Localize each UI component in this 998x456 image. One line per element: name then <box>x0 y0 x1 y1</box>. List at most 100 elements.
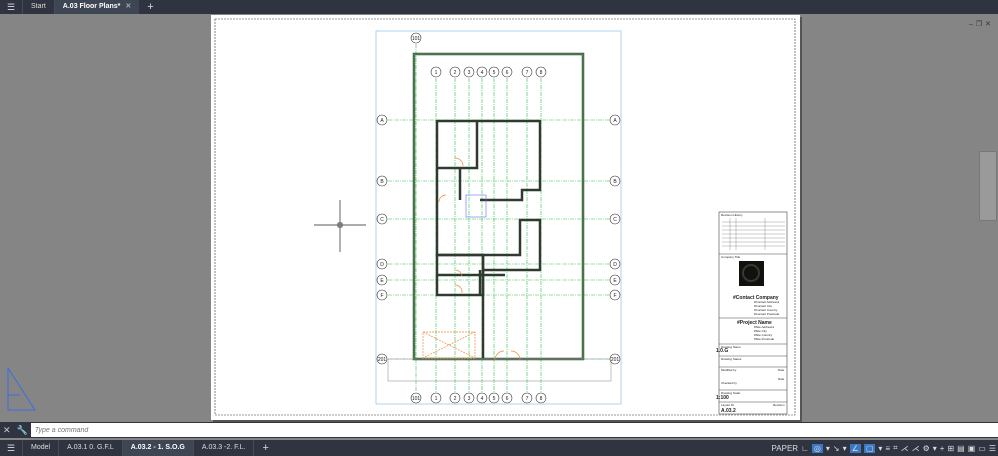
grid-bubble-label: C <box>613 217 617 223</box>
drawing-scale: 1:100 <box>716 395 729 401</box>
grid-bubble-label: 1 <box>435 70 438 76</box>
grid-icon[interactable]: ∟ <box>801 444 809 453</box>
drawing-canvas[interactable]: 1122334455667788A AB BC CD DE EF F101101201 201… <box>0 0 998 422</box>
paper-space-toggle[interactable]: PAPER <box>772 444 799 453</box>
drawing-status-label: Drawing Status <box>721 357 742 361</box>
ucs-icon <box>7 367 36 411</box>
grid-bubble-column: 8 <box>535 66 547 78</box>
grid-bubble-label: D <box>613 262 617 268</box>
units-icon[interactable]: ⊞ <box>947 444 954 453</box>
revision-label: Revision <box>773 403 785 407</box>
grid-bubble-label: 5 <box>493 70 496 76</box>
checked-by-label: Checked by <box>721 381 737 385</box>
grid-bubble-column: 6 <box>501 392 513 404</box>
grid-bubble-label: 8 <box>540 70 543 76</box>
grid-bubble-label: 101 <box>412 36 421 42</box>
grid-bubble-label: 1 <box>435 396 438 402</box>
isolate-objects-icon[interactable]: ▣ <box>968 444 976 453</box>
annotation-monitor-icon[interactable]: + <box>940 444 945 453</box>
grid-bubble-label: 3 <box>468 70 471 76</box>
grid-bubble-column: 4 <box>476 66 488 78</box>
grid-bubble-label: 6 <box>506 70 509 76</box>
modified-by-label: Modified by <box>721 368 737 372</box>
grid-bubble-label: 4 <box>481 396 484 402</box>
grid-bubble-label: D <box>380 262 384 268</box>
new-layout-button[interactable]: + <box>253 440 276 456</box>
grid-bubble-column: 2 <box>449 66 461 78</box>
grid-bubble-column: 6 <box>501 66 513 78</box>
company-title-label: Company Title <box>721 255 741 259</box>
ortho-icon[interactable]: ↘ <box>833 444 840 453</box>
grid-bubble-column: 3 <box>463 392 475 404</box>
dropdown-icon[interactable]: ▾ <box>933 444 937 453</box>
grid-bubble-row: C <box>609 213 621 225</box>
grid-bubble-label: 4 <box>481 70 484 76</box>
annotation-visibility-icon[interactable]: ⋌ <box>901 444 909 453</box>
grid-bubble-row: A <box>376 114 388 126</box>
grid-bubble-row: D <box>376 258 388 270</box>
revision-history-label: Revision History <box>721 213 743 217</box>
close-command-icon[interactable]: ✕ <box>0 425 14 436</box>
title-block: Revision History Company Title #Contact … <box>716 211 788 415</box>
date-label: Date <box>778 377 785 381</box>
grid-bubble-label: 7 <box>526 396 529 402</box>
status-tools: PAPER ∟ ◎ ▾ ↘ ▾ ∠ ▢ ▾ ≡ ⌗ ⋌ ⋌ ⚙ ▾ + ⊞ ▤ ▣ ▭ … <box>772 440 996 456</box>
customize-wrench-icon[interactable]: 🔧 <box>14 425 31 436</box>
grid-bubble-column: 7 <box>521 392 533 404</box>
dropdown-icon[interactable]: ▾ <box>826 444 830 453</box>
grid-bubble-column: 2 <box>449 392 461 404</box>
project-line: #Site Postcode <box>754 337 775 341</box>
grid-bubble-label: F <box>380 293 383 299</box>
grid-bubble-label: 201 <box>378 357 387 363</box>
annotation-scale-icon[interactable]: ⋌ <box>912 444 920 453</box>
object-snap-icon[interactable]: ▢ <box>863 443 876 453</box>
grid-bubble-201: 201 <box>376 353 388 365</box>
clean-screen-icon[interactable]: ▭ <box>978 444 986 453</box>
tab-layout-1[interactable]: A.03.1 0. G.F.L <box>58 440 122 456</box>
grid-bubble-row: F <box>376 289 388 301</box>
layout-menu-icon[interactable]: ☰ <box>0 443 22 454</box>
grid-bubble-label: 2 <box>454 70 457 76</box>
tab-layout-2[interactable]: A.03.2 - 1. S.O.G <box>121 440 193 456</box>
grid-lines <box>388 44 609 392</box>
tab-model[interactable]: Model <box>22 440 58 456</box>
grid-bubble-label: F <box>613 293 616 299</box>
walls <box>412 52 585 361</box>
grid-bubble-column: 1 <box>430 66 442 78</box>
grid-bubble-column: 5 <box>488 392 500 404</box>
crosshair-cursor <box>314 200 366 252</box>
company-line: #Contact Postcode <box>754 312 780 316</box>
grid-bubble-column: 1 <box>430 392 442 404</box>
tab-layout-3[interactable]: A.03.3 -2. F.L. <box>192 440 254 456</box>
grid-bubble-row: D <box>609 258 621 270</box>
lineweight-icon[interactable]: ≡ <box>885 444 890 453</box>
grid-bubble-row: A <box>609 114 621 126</box>
dropdown-icon[interactable]: ▾ <box>878 444 882 453</box>
grid-bubble-row: B <box>376 175 388 187</box>
snap-icon[interactable]: ◎ <box>811 443 823 453</box>
command-line: ✕ 🔧 <box>0 422 998 438</box>
dropdown-icon[interactable]: ▾ <box>843 444 847 453</box>
grid-bubble-row: E <box>376 274 388 286</box>
grid-bubble-101: 101 <box>410 32 422 44</box>
selection-cycling-icon[interactable]: ⌗ <box>893 443 898 453</box>
customize-menu-icon[interactable]: ☰ <box>989 444 996 453</box>
grid-bubble-row: E <box>609 274 621 286</box>
command-input[interactable] <box>30 423 998 437</box>
polar-icon[interactable]: ∠ <box>849 443 861 453</box>
grid-bubble-column: 5 <box>488 66 500 78</box>
terrace-outline <box>387 358 612 382</box>
grid-bubble-column: 7 <box>521 66 533 78</box>
quick-properties-icon[interactable]: ▤ <box>957 444 965 453</box>
date-label: Date <box>778 368 785 372</box>
grid-bubble-column: 4 <box>476 392 488 404</box>
layout-id-label: Layout ID <box>721 403 735 407</box>
grid-bubble-label: 7 <box>526 70 529 76</box>
grid-bubble-column: 8 <box>535 392 547 404</box>
grid-bubble-label: C <box>380 217 384 223</box>
workspace-gear-icon[interactable]: ⚙ <box>923 444 930 453</box>
grid-bubble-label: 5 <box>493 396 496 402</box>
grid-bubble-column: 3 <box>463 66 475 78</box>
grid-bubble-label: 8 <box>540 396 543 402</box>
drawing-name: 1.0.G <box>716 348 728 354</box>
